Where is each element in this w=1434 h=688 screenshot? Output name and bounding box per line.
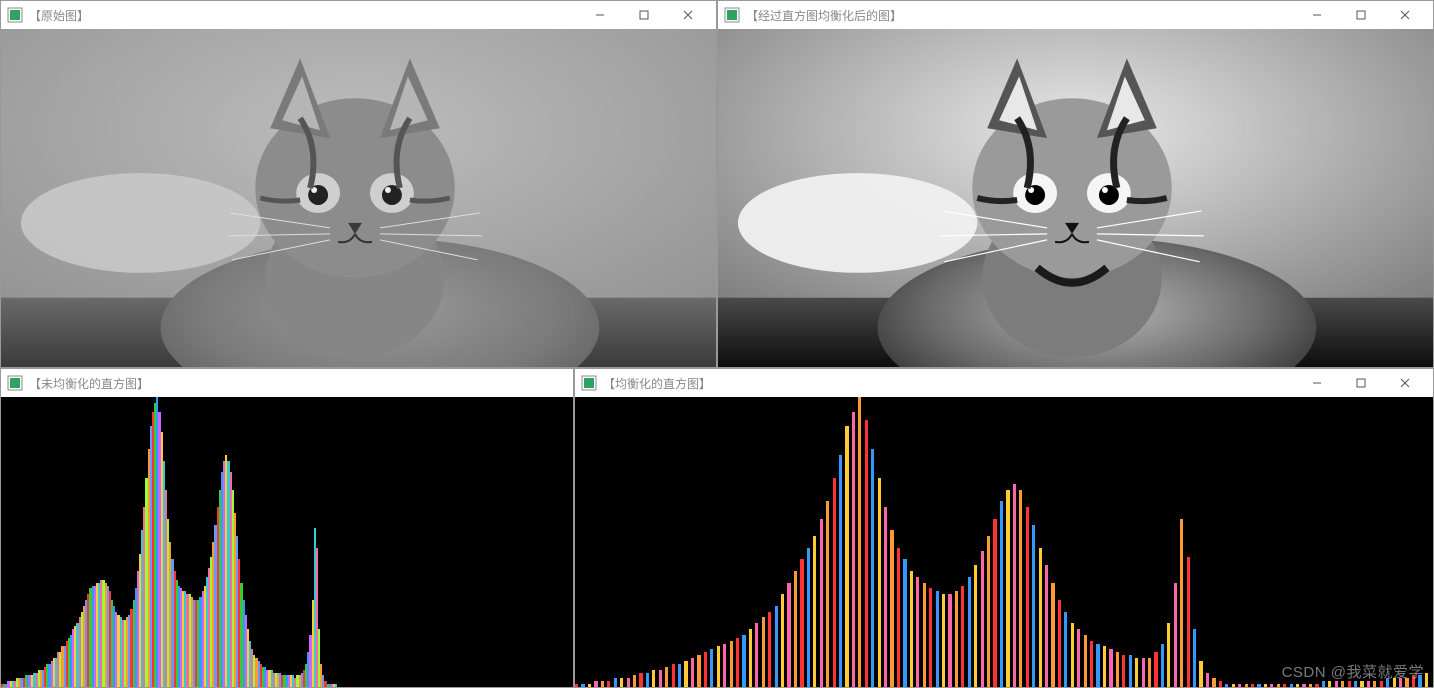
maximize-button[interactable] xyxy=(1339,369,1383,397)
watermark: CSDN @我菜就爱学 xyxy=(1282,661,1424,682)
app-icon xyxy=(7,7,23,23)
window-original-image: 【原始图】 xyxy=(0,0,717,368)
minimize-button[interactable] xyxy=(1295,369,1339,397)
window-histogram-balanced: 【均衡化的直方图】 xyxy=(574,368,1434,688)
histogram-bars xyxy=(575,397,1433,687)
histogram-unbalanced xyxy=(1,397,573,687)
window-title: 【原始图】 xyxy=(29,7,89,24)
titlebar[interactable]: 【经过直方图均衡化后的图】 xyxy=(718,1,1433,29)
maximize-button[interactable] xyxy=(1339,1,1383,29)
maximize-button[interactable] xyxy=(622,1,666,29)
app-icon xyxy=(7,375,23,391)
titlebar[interactable]: 【未均衡化的直方图】 xyxy=(1,369,573,397)
window-equalized-image: 【经过直方图均衡化后的图】 xyxy=(717,0,1434,368)
image-content-equalized xyxy=(718,29,1433,367)
app-icon xyxy=(724,7,740,23)
histogram-balanced xyxy=(575,397,1433,687)
window-title: 【未均衡化的直方图】 xyxy=(29,375,149,392)
image-content-original xyxy=(1,29,716,367)
window-histogram-unbalanced: 【未均衡化的直方图】 xyxy=(0,368,574,688)
titlebar[interactable]: 【均衡化的直方图】 xyxy=(575,369,1433,397)
minimize-button[interactable] xyxy=(1295,1,1339,29)
titlebar[interactable]: 【原始图】 xyxy=(1,1,716,29)
close-button[interactable] xyxy=(666,1,710,29)
close-button[interactable] xyxy=(1383,369,1427,397)
window-title: 【均衡化的直方图】 xyxy=(603,375,711,392)
minimize-button[interactable] xyxy=(578,1,622,29)
window-title: 【经过直方图均衡化后的图】 xyxy=(746,7,902,24)
app-icon xyxy=(581,375,597,391)
histogram-bars xyxy=(1,397,573,687)
close-button[interactable] xyxy=(1383,1,1427,29)
